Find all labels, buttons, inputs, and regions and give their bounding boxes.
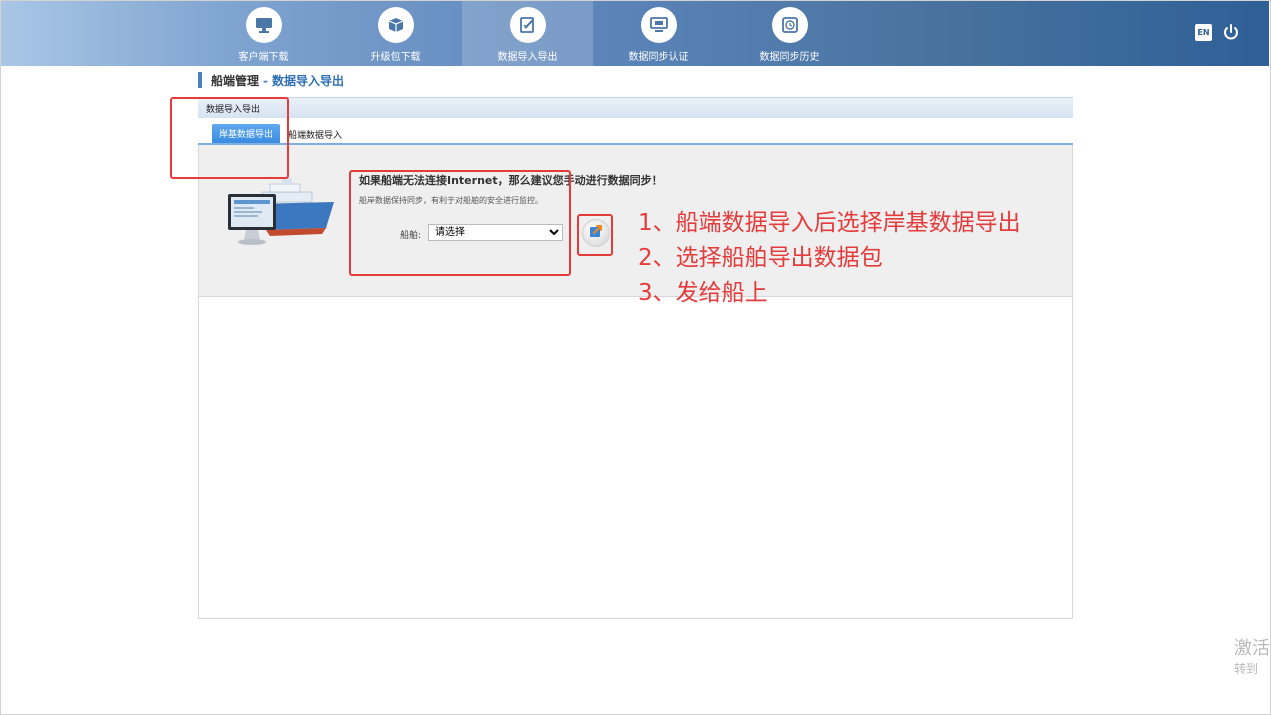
ship-computer-illustration [222,174,338,250]
breadcrumb-marker [198,72,202,88]
highlight-box-export-button [577,214,613,256]
highlight-box-tab [170,97,289,179]
nav-label: 客户端下载 [238,52,289,63]
nav-upgrade-download[interactable]: 升级包下载 [330,1,461,66]
panel-header: 数据导入导出 [198,97,1073,118]
breadcrumb-separator: - [263,74,268,88]
breadcrumb: 船端管理 - 数据导入导出 [211,72,344,89]
nav-label: 数据导入导出 [497,52,558,63]
tab-ship-data-import[interactable]: 船端数据导入 [288,128,342,141]
nav-client-download[interactable]: 客户端下载 [198,1,329,66]
power-icon[interactable] [1222,23,1240,41]
nav-data-sync-history[interactable]: 数据同步历史 [724,1,855,66]
nav-data-import-export[interactable]: 数据导入导出 [462,1,593,66]
edit-doc-icon [509,7,546,43]
breadcrumb-current: 数据导入导出 [272,74,345,88]
watermark-line-2: 转到 [1234,662,1259,676]
highlight-box-form [349,170,571,276]
nav-label: 升级包下载 [370,52,421,63]
watermark-line-1: 激活 [1234,638,1270,659]
tab-bar: 岸基数据导出 船端数据导入 [198,118,1073,145]
annotation-step-1: 1、船端数据导入后选择岸基数据导出 [638,210,1021,236]
breadcrumb-parent[interactable]: 船端管理 [211,74,259,88]
package-icon [377,7,414,43]
nav-label: 数据同步认证 [628,52,689,63]
history-icon [771,7,808,43]
annotation-step-3: 3、发给船上 [638,280,768,306]
annotation-step-2: 2、选择船舶导出数据包 [638,245,883,271]
top-nav-bar: 客户端下载 升级包下载 数据导入导出 数据同步认证 数据同步历史 EN [1,1,1269,66]
sync-screen-icon [640,7,677,43]
monitor-icon [245,7,282,43]
language-toggle-button[interactable]: EN [1195,24,1212,41]
nav-data-sync-auth[interactable]: 数据同步认证 [593,1,724,66]
nav-label: 数据同步历史 [759,52,820,63]
